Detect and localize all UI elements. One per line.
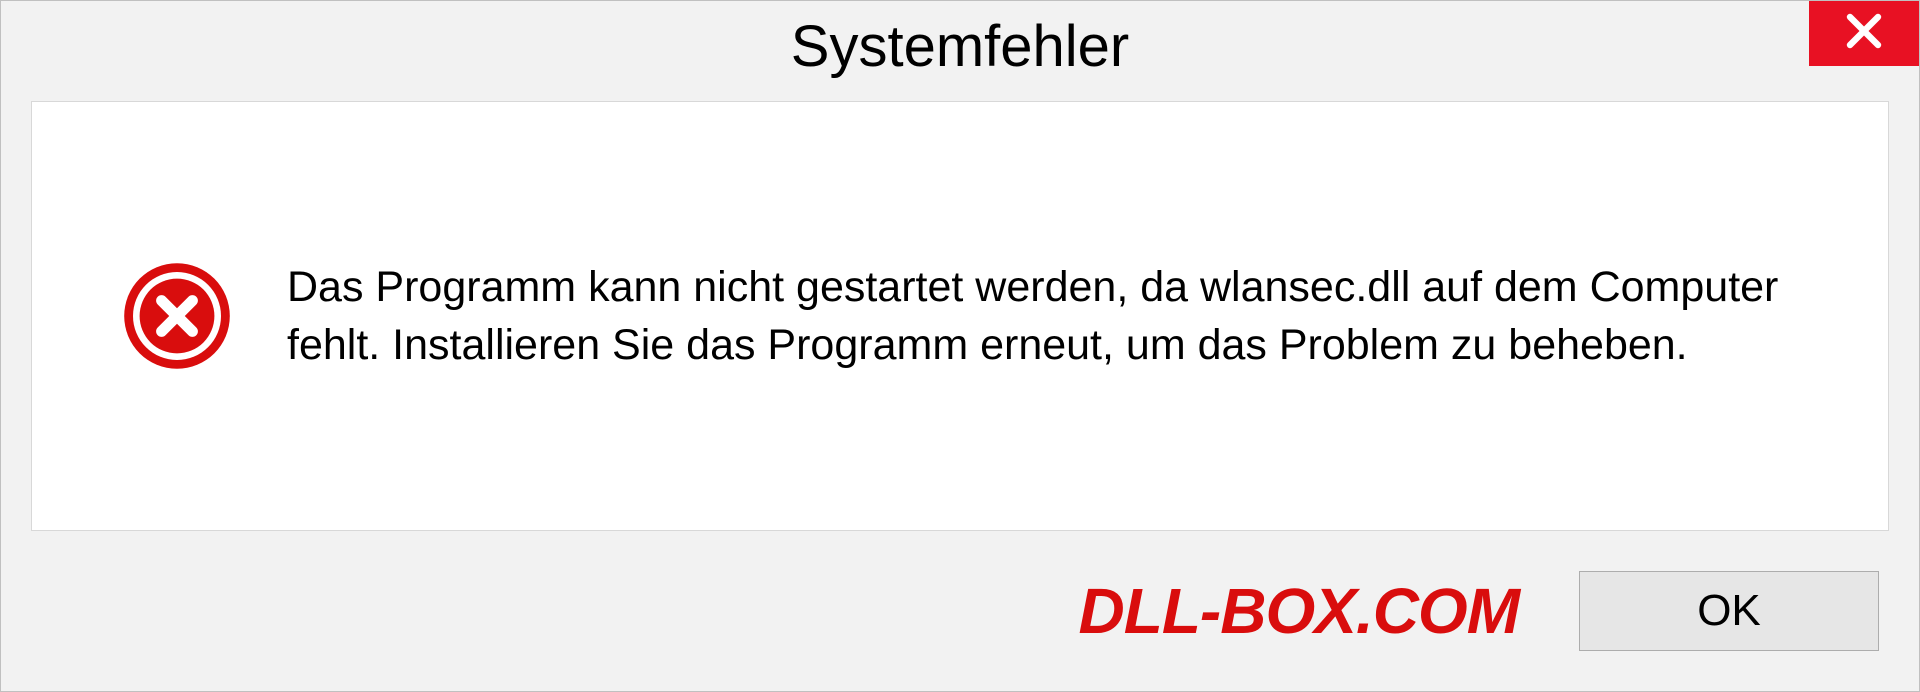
watermark-text: DLL-BOX.COM: [1079, 574, 1520, 648]
title-bar: Systemfehler: [1, 1, 1919, 91]
error-icon: [122, 261, 232, 371]
error-message: Das Programm kann nicht gestartet werden…: [287, 258, 1798, 374]
close-button[interactable]: [1809, 1, 1919, 66]
dialog-title: Systemfehler: [791, 13, 1129, 80]
error-dialog: Systemfehler Das Programm kann nicht ges…: [0, 0, 1920, 692]
content-panel: Das Programm kann nicht gestartet werden…: [31, 101, 1889, 531]
close-icon: [1840, 7, 1888, 60]
dialog-footer: DLL-BOX.COM OK: [1, 551, 1919, 691]
ok-button[interactable]: OK: [1579, 571, 1879, 651]
